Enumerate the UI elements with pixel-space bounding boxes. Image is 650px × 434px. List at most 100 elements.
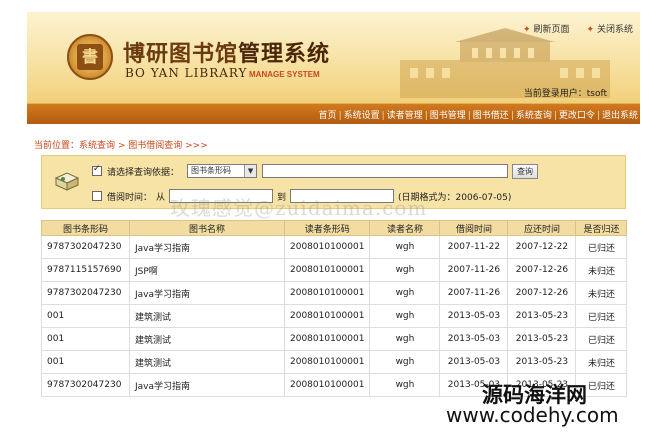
nav-separator: | xyxy=(596,111,600,121)
from-label: 从 xyxy=(156,192,166,203)
cell-book-name: 建筑测试 xyxy=(129,327,285,351)
login-user-info: 当前登录用户：tsoft xyxy=(523,89,607,99)
cell-book-barcode: 9787115157690 xyxy=(41,258,130,282)
refresh-icon: ✦ xyxy=(523,25,531,35)
header-banner: 書 博研图书馆管理系统 BO YAN LIBRARY MANAGE SYSTEM… xyxy=(27,12,640,104)
cell-book-barcode: 9787302047230 xyxy=(41,281,130,305)
criteria-select[interactable]: 图书条形码 ▼ xyxy=(187,164,258,178)
book-search-icon xyxy=(54,172,80,191)
cell-returned: 已归还 xyxy=(575,235,628,259)
app-title-main: 博研图书馆 xyxy=(123,41,239,67)
cell-book-name: Java学习指南 xyxy=(129,281,285,305)
cell-returned: 未归还 xyxy=(575,350,628,374)
nav-separator: | xyxy=(553,111,557,121)
cell-reader-name: wgh xyxy=(369,281,441,305)
cell-book-name: 建筑测试 xyxy=(129,350,285,374)
col-header-reader-name: 读者名称 xyxy=(369,220,441,236)
brand-watermark-url: www.codehy.com xyxy=(446,403,619,427)
nav-item-system-settings[interactable]: 系统设置 xyxy=(344,111,380,121)
nav-item-home[interactable]: 首页 xyxy=(319,111,337,121)
cell-book-barcode: 9787302047230 xyxy=(41,235,130,259)
cell-borrow-date: 2007-11-26 xyxy=(439,258,509,282)
table-row: 9787302047230 Java学习指南 2008010100001 wgh 200… xyxy=(41,235,628,259)
cell-book-barcode: 001 xyxy=(41,350,130,374)
nav-separator: | xyxy=(467,111,471,121)
col-header-book-name: 图书名称 xyxy=(129,220,285,236)
col-header-book-barcode: 图书条形码 xyxy=(41,220,130,236)
app-title-en: BO YAN LIBRARY xyxy=(125,66,248,80)
cell-due-date: 2013-05-23 xyxy=(507,350,577,374)
nav-separator: | xyxy=(338,111,342,121)
cell-returned: 未归还 xyxy=(575,281,628,305)
cell-reader-name: wgh xyxy=(369,235,441,259)
app-title: 博研图书馆管理系统 xyxy=(123,36,330,68)
cell-book-name: JSP啊 xyxy=(129,258,285,282)
nav-separator: | xyxy=(381,111,385,121)
table-header-row: 图书条形码 图书名称 读者条形码 读者名称 借阅时间 应还时间 是否归还 xyxy=(41,220,628,236)
cell-reader-name: wgh xyxy=(369,304,441,328)
table-row: 001 建筑测试 2008010100001 wgh 2013-05-03 2013-05… xyxy=(41,327,628,351)
table-row: 9787115157690 JSP啊 2008010100001 wgh 2007-11… xyxy=(41,258,628,282)
cell-reader-name: wgh xyxy=(369,258,441,282)
query-button[interactable]: 查询 xyxy=(512,163,539,179)
col-header-returned: 是否归还 xyxy=(575,220,628,236)
library-logo-icon: 書 xyxy=(67,34,113,80)
nav-item-logout[interactable]: 退出系统 xyxy=(602,111,638,121)
cell-book-name: Java学习指南 xyxy=(129,235,285,259)
cell-returned: 已归还 xyxy=(575,304,628,328)
cell-reader-barcode: 2008010100001 xyxy=(283,235,371,259)
nav-item-change-password[interactable]: 更改口令 xyxy=(559,111,595,121)
cell-reader-name: wgh xyxy=(369,350,441,374)
cell-reader-barcode: 2008010100001 xyxy=(283,281,371,305)
main-nav: 首页 | 系统设置 | 读者管理 | 图书管理 | 图书借还 | 系统查询 | 更改口令 | 退出系统 xyxy=(27,104,640,124)
cell-reader-barcode: 2008010100001 xyxy=(283,258,371,282)
criteria-label: 请选择查询依据： xyxy=(107,167,180,178)
nav-separator: | xyxy=(510,111,514,121)
nav-item-book-management[interactable]: 图书管理 xyxy=(430,111,466,121)
col-header-borrow-date: 借阅时间 xyxy=(439,220,509,236)
criteria-select-value: 图书条形码 xyxy=(191,166,232,175)
refresh-page-link[interactable]: ✦ 刷新页面 xyxy=(523,25,570,35)
cell-reader-name: wgh xyxy=(369,327,441,351)
cell-book-name: Java学习指南 xyxy=(129,373,285,397)
search-input[interactable] xyxy=(262,164,509,178)
app-title-en-sub: MANAGE SYSTEM xyxy=(249,70,320,79)
col-header-due-date: 应还时间 xyxy=(507,220,577,236)
table-row: 9787302047230 Java学习指南 2008010100001 wgh 200… xyxy=(41,281,628,305)
query-row-criteria: 请选择查询依据： 图书条形码 ▼ 查询 xyxy=(92,163,539,179)
criteria-checkbox[interactable] xyxy=(92,164,102,176)
cell-book-barcode: 001 xyxy=(41,304,130,328)
cell-borrow-date: 2013-05-03 xyxy=(439,304,509,328)
cell-book-name: 建筑测试 xyxy=(129,304,285,328)
close-icon: ✦ xyxy=(586,25,594,35)
cell-reader-name: wgh xyxy=(369,373,441,397)
nav-separator: | xyxy=(424,111,428,121)
cell-borrow-date: 2007-11-22 xyxy=(439,235,509,259)
cell-borrow-date: 2007-11-26 xyxy=(439,281,509,305)
breadcrumb: 当前位置：系统查询 > 图书借阅查询 >>> xyxy=(34,141,208,151)
chevron-down-icon: ▼ xyxy=(244,165,257,177)
cell-reader-barcode: 2008010100001 xyxy=(283,350,371,374)
cell-reader-barcode: 2008010100001 xyxy=(283,304,371,328)
cell-reader-barcode: 2008010100001 xyxy=(283,373,371,397)
cell-due-date: 2013-05-23 xyxy=(507,304,577,328)
cell-returned: 未归还 xyxy=(575,258,628,282)
cell-reader-barcode: 2008010100001 xyxy=(283,327,371,351)
top-links: ✦ 刷新页面 ✦ 关闭系统 xyxy=(509,22,633,35)
date-checkbox[interactable] xyxy=(92,191,102,201)
close-system-link[interactable]: ✦ 关闭系统 xyxy=(586,25,633,35)
faint-watermark: 玫瑰感觉@zuidaima.com xyxy=(170,196,428,220)
cell-book-barcode: 001 xyxy=(41,327,130,351)
nav-item-reader-management[interactable]: 读者管理 xyxy=(387,111,423,121)
table-row: 001 建筑测试 2008010100001 wgh 2013-05-03 2013-05… xyxy=(41,350,628,374)
cell-returned: 已归还 xyxy=(575,327,628,351)
app-title-sub: 管理系统 xyxy=(238,41,331,67)
table-row: 001 建筑测试 2008010100001 wgh 2013-05-03 2013-05… xyxy=(41,304,628,328)
cell-book-barcode: 9787302047230 xyxy=(41,373,130,397)
borrow-results-table: 图书条形码 图书名称 读者条形码 读者名称 借阅时间 应还时间 是否归还 978… xyxy=(41,220,628,397)
nav-item-system-query[interactable]: 系统查询 xyxy=(516,111,552,121)
nav-item-borrow-return[interactable]: 图书借还 xyxy=(473,111,509,121)
cell-borrow-date: 2013-05-03 xyxy=(439,327,509,351)
cell-due-date: 2013-05-23 xyxy=(507,327,577,351)
cell-due-date: 2007-12-22 xyxy=(507,235,577,259)
